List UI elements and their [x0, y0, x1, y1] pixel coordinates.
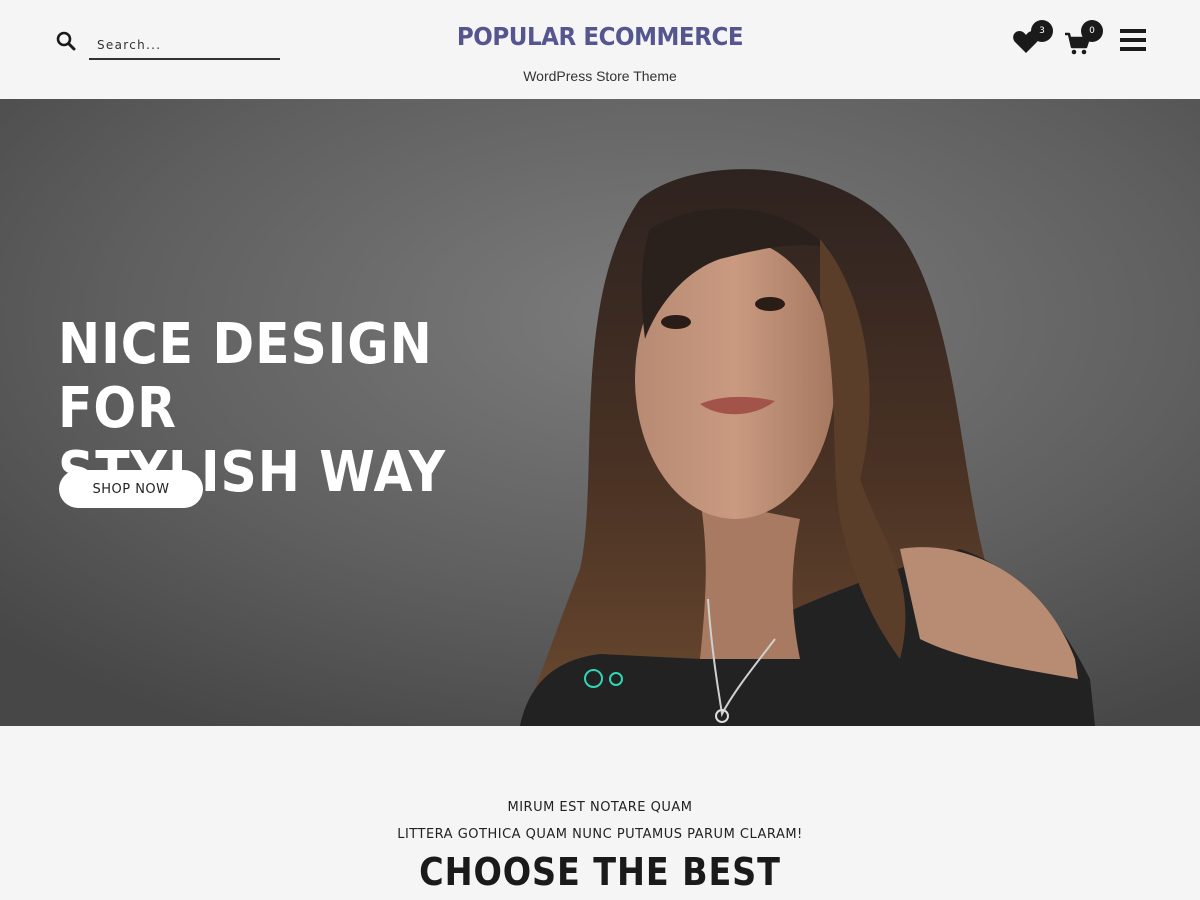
- wishlist-count-badge: 3: [1031, 20, 1053, 42]
- intro-section: MIRUM EST NOTARE QUAM LITTERA GOTHICA QU…: [0, 726, 1200, 900]
- search-input[interactable]: [89, 28, 280, 60]
- section-subtitle-1: MIRUM EST NOTARE QUAM: [507, 800, 693, 815]
- hero-heading-line1: NICE DESIGN FOR: [58, 312, 433, 441]
- section-subtitle-2: LITTERA GOTHICA QUAM NUNC PUTAMUS PARUM …: [397, 827, 803, 842]
- search-icon[interactable]: [56, 31, 76, 51]
- hamburger-menu-icon[interactable]: [1120, 29, 1146, 53]
- site-title[interactable]: POPULAR ECOMMERCE: [416, 22, 784, 51]
- hero-slider: NICE DESIGN FOR STYLISH WAY SHOP NOW: [0, 99, 1200, 726]
- slider-dot-1[interactable]: [584, 669, 603, 688]
- slider-dot-2[interactable]: [609, 672, 623, 686]
- shop-now-button[interactable]: SHOP NOW: [59, 470, 203, 508]
- section-heading: CHOOSE THE BEST: [419, 850, 781, 894]
- site-header: POPULAR ECOMMERCE WordPress Store Theme …: [0, 0, 1200, 99]
- cart-count-badge: 0: [1081, 20, 1103, 42]
- site-tagline: WordPress Store Theme: [523, 68, 677, 84]
